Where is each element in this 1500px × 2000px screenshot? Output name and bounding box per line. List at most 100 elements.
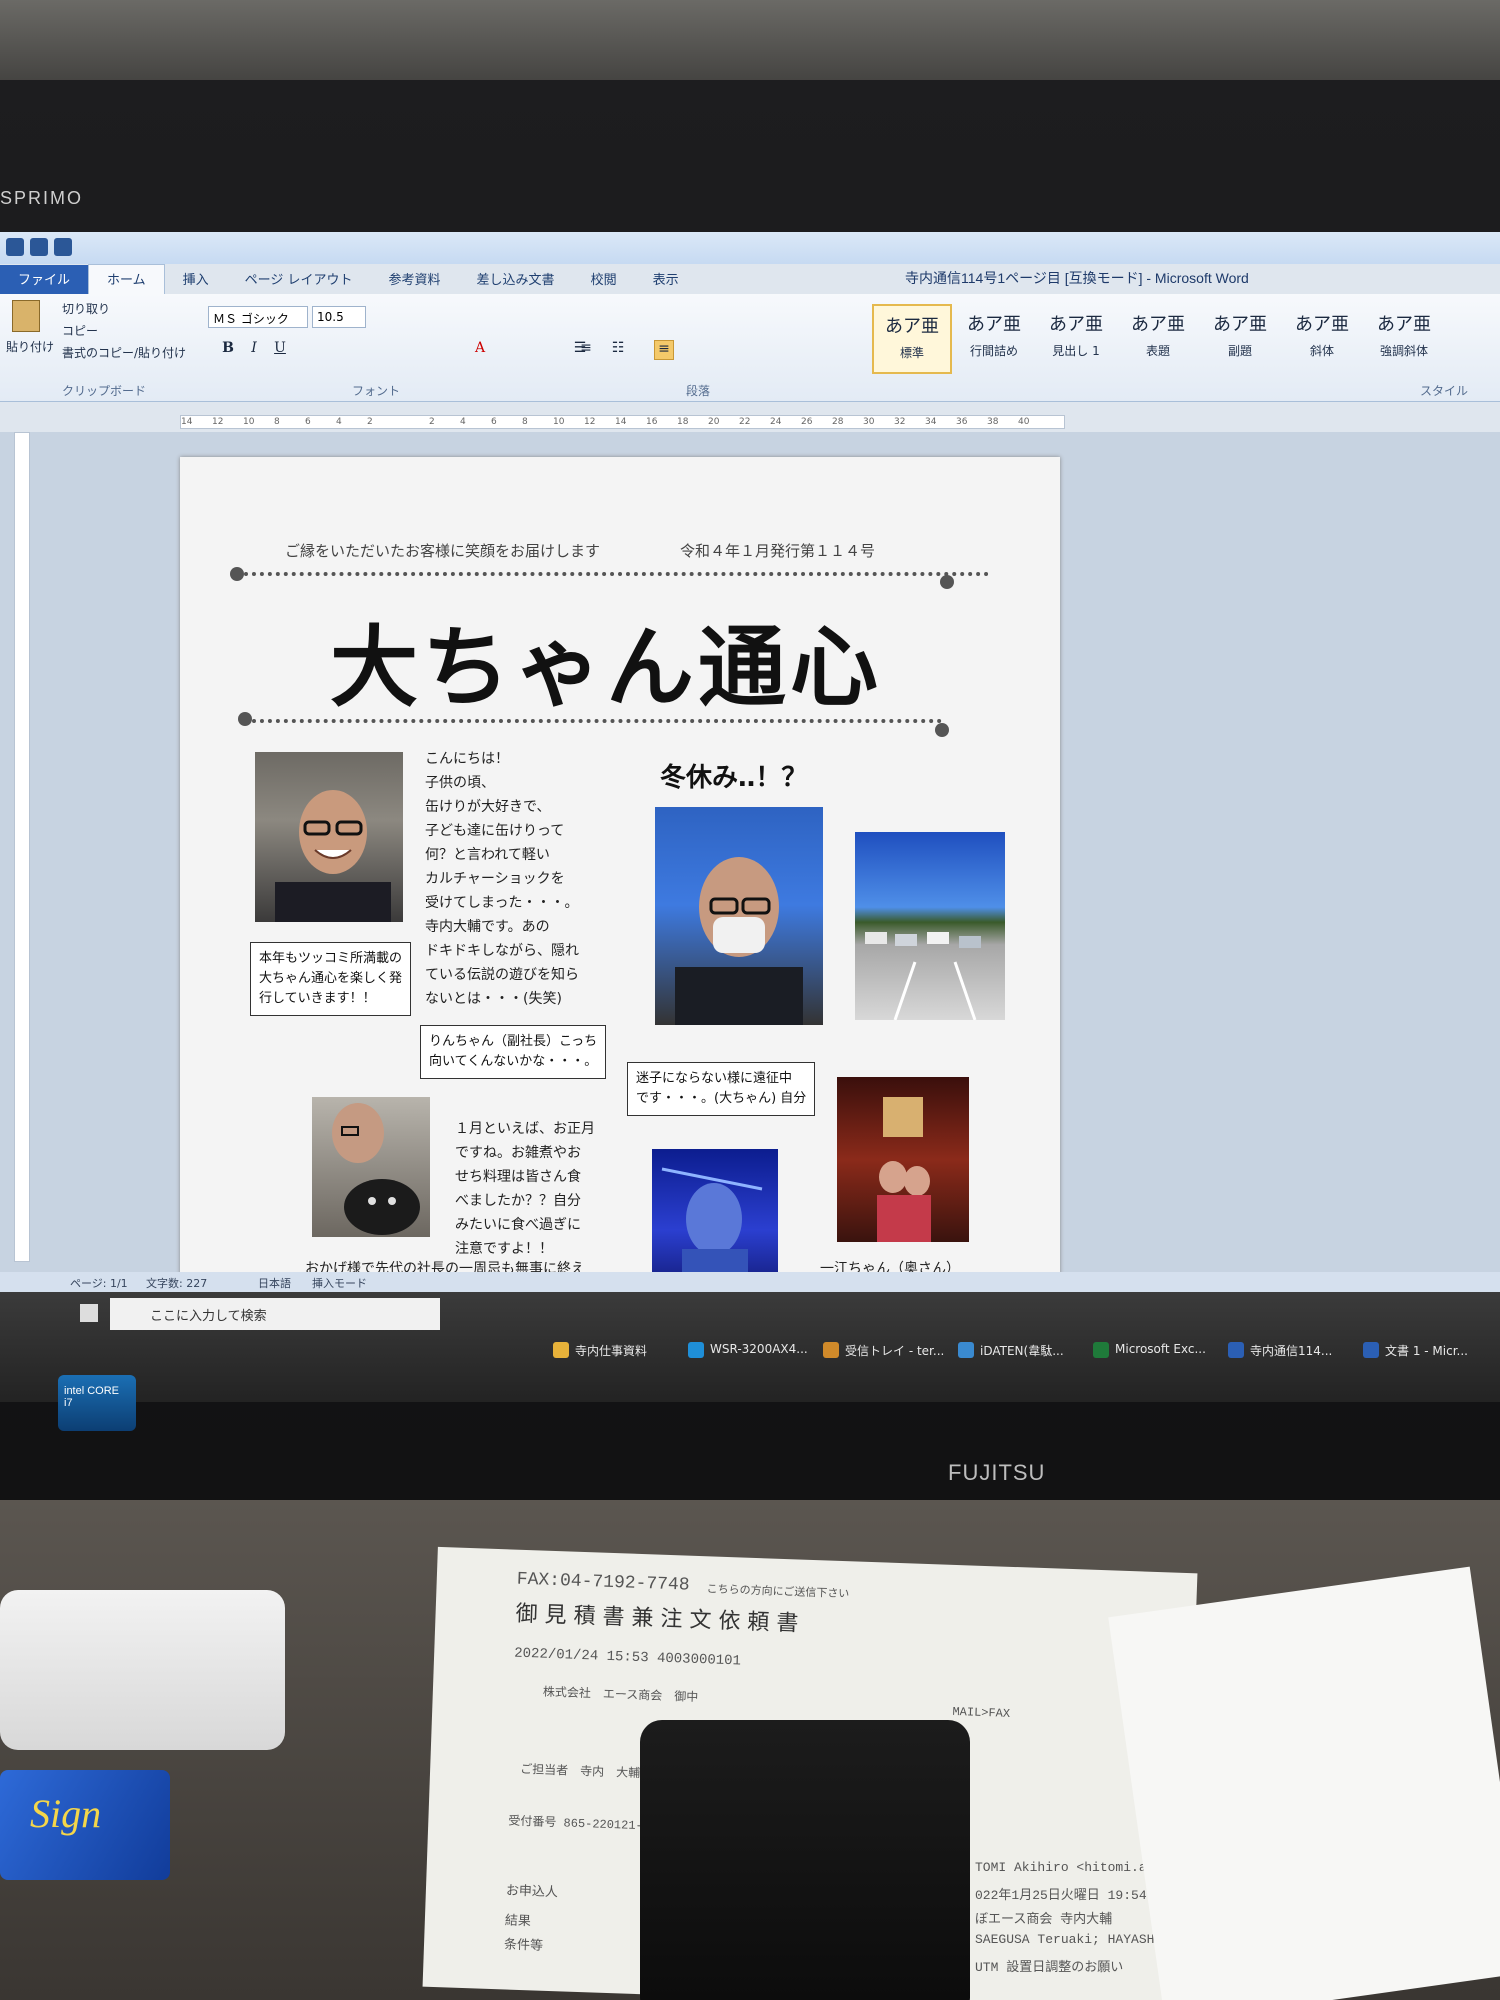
bold-icon[interactable]: B [218,340,238,360]
photo-man-and-dog[interactable] [312,1097,430,1237]
undo-icon[interactable] [54,238,72,256]
fax-form-terms: 条件等 [503,1937,544,1954]
save-icon[interactable] [30,238,48,256]
status-language[interactable]: 日本語 [258,1275,291,1291]
ruler-tick: 8 [522,417,528,427]
styles-group-label: スタイル [1420,384,1469,398]
align-left-icon[interactable]: ≡ [576,340,596,360]
font-group-label: フォント [352,384,401,398]
status-word-count[interactable]: 文字数: 227 [146,1275,207,1291]
style-tile[interactable]: あア亜 強調斜体 [1364,304,1444,374]
taskbar-app[interactable]: Microsoft Exc... [1093,1342,1206,1358]
ruler-tick: 24 [770,417,782,427]
ruler-tick: 10 [243,417,255,427]
taskbar-app-label: WSR-3200AX4... [710,1342,808,1356]
italic-icon[interactable]: I [244,340,264,360]
taskbar-app[interactable]: iDATEN(韋駄... [958,1342,1064,1359]
photo-parking-lot[interactable] [855,832,1005,1020]
taskbar-search-input[interactable]: ここに入力して検索 [110,1298,440,1330]
photo-blue-light-ride[interactable] [652,1149,778,1277]
photo-smiling-man[interactable] [255,752,403,922]
underline-icon[interactable]: U [270,340,290,360]
copy-button[interactable]: コピー [62,322,98,339]
justify-icon[interactable]: ≡ [654,340,674,360]
text-line: せち料理は皆さん食 [455,1169,581,1185]
ruler-tick: 2 [429,417,435,427]
style-tile[interactable]: あア亜 行間詰め [954,304,1034,374]
text-line: ないとは・・・(失笑) [425,991,562,1007]
style-tile[interactable]: あア亜 副題 [1200,304,1280,374]
paste-button[interactable]: 貼り付け [6,338,54,355]
taskbar-app[interactable]: 寺内通信114... [1228,1342,1332,1359]
style-tile[interactable]: あア亜 斜体 [1282,304,1362,374]
fax-form-applicant: お申込人 [505,1883,559,1901]
windows-start-icon[interactable] [80,1304,98,1322]
status-insert-mode[interactable]: 挿入モード [312,1275,367,1291]
divider-top [244,572,989,576]
style-tile[interactable]: あア亜 表題 [1118,304,1198,374]
fax-person: ご担当者 寺内 大輔 [519,1762,641,1782]
ribbon-tab-3[interactable]: ページ レイアウト [227,265,371,294]
ribbon-tab-6[interactable]: 校閲 [573,265,635,294]
ribbon-tab-2[interactable]: 挿入 [165,265,227,294]
ruler-tick: 34 [925,417,937,427]
ruler-tick: 6 [491,417,497,427]
horizontal-ruler[interactable]: 14 12 10 8 6 4 2 2 4 6 8 10 12 14 16 18 20 22 24 26 28 30 32 34… [180,415,1065,429]
taskbar-app[interactable]: 文書 1 - Micr... [1363,1342,1468,1359]
fax-timestamp: 2022/01/24 15:53 4003000101 [513,1645,742,1670]
ribbon-tab-5[interactable]: 差し込み文書 [459,265,573,294]
style-name: 表題 [1145,344,1170,358]
taskbar-app-label: iDATEN(韋駄... [980,1344,1064,1358]
format-painter-button[interactable]: 書式のコピー/貼り付け [62,344,186,361]
font-color-icon[interactable]: A [470,340,490,360]
quick-access-toolbar [6,238,72,256]
text-line: 行していきます！！ [259,991,376,1006]
paste-icon[interactable] [12,300,40,332]
font-name-select[interactable]: ＭＳ ゴシック [208,306,308,328]
text-line: カルチャーショックを [425,871,565,887]
ruler-tick: 14 [181,417,193,427]
photo-family-restaurant[interactable] [837,1077,969,1242]
document-page[interactable]: ご縁をいただいたお客様に笑顔をお届けします 令和４年１月発行第１１４号 大ちゃん… [180,457,1060,1277]
numbering-icon[interactable]: ☷ [608,340,628,360]
style-name: 行間詰め [969,344,1018,358]
text-line: 向いてくんないかな・・・。 [429,1054,598,1069]
speech-bubble-new-year: 本年もツッコミ所満載の 大ちゃん通心を楽しく発 行していきます！！ [250,942,412,1016]
ribbon-tab-4[interactable]: 参考資料 [371,265,459,294]
style-tile[interactable]: あア亜 標準 [872,304,952,374]
ruler-tick: 12 [584,417,596,427]
style-preview: あア亜 [1049,314,1103,335]
ruler-tick: 30 [863,417,875,427]
app-icon [823,1342,839,1358]
ruler-tick: 20 [708,417,720,427]
divider-dot [238,712,252,726]
font-size-select[interactable]: 10.5 [312,306,366,328]
style-tile[interactable]: あア亜 見出し 1 [1036,304,1116,374]
taskbar-app-label: 受信トレイ - ter... [845,1344,945,1358]
taskbar-app[interactable]: 寺内仕事資料 [553,1342,647,1359]
ribbon-tab-7[interactable]: 表示 [635,265,697,294]
status-page[interactable]: ページ: 1/1 [70,1275,128,1291]
taskbar-app[interactable]: 受信トレイ - ter... [823,1342,945,1359]
text-line: りんちゃん（副社長）こっち [429,1034,598,1049]
ruler-tick: 12 [212,417,224,427]
divider-bottom [252,719,942,723]
app-icon [1093,1342,1109,1358]
email-to: ぼエース商会 寺内大輔 [975,1912,1113,1927]
ruler-tick: 22 [739,417,751,427]
vertical-ruler[interactable] [14,432,30,1262]
cut-button[interactable]: 切り取り [62,300,110,317]
text-line: 受けてしまった・・・。 [425,895,579,911]
photo-masked-selfie[interactable] [655,807,823,1025]
status-bar: ページ: 1/1 文字数: 227 日本語 挿入モード [0,1272,1500,1292]
word-app-icon[interactable] [6,238,24,256]
ribbon-tab-0[interactable]: ファイル [0,265,89,294]
taskbar-app[interactable]: WSR-3200AX4... [688,1342,808,1358]
fax-receipt: 受付番号 865-220121-00 [508,1814,658,1834]
app-icon [958,1342,974,1358]
style-name: 副題 [1227,344,1252,358]
style-preview: あア亜 [1131,314,1185,335]
ribbon-tab-1[interactable]: ホーム [88,264,165,294]
text-line: ですね。お雑煮やお [455,1145,581,1161]
app-icon [688,1342,704,1358]
